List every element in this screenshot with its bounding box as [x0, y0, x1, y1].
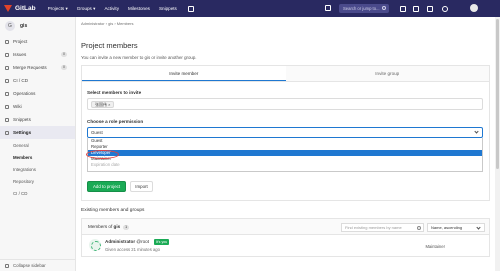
collapse-sidebar-label: Collapse sidebar: [13, 263, 46, 268]
breadcrumb[interactable]: Administrator › gis › Members: [81, 21, 133, 26]
member-name-line[interactable]: Administrator @root: [105, 239, 149, 244]
nav-activity[interactable]: Activity: [104, 6, 119, 12]
gitlab-logo[interactable]: GitLab: [4, 5, 36, 12]
tab-invite-member[interactable]: Invite member: [82, 66, 286, 81]
top-navbar: GitLab Projects ▾ Groups ▾ Activity Mile…: [0, 0, 500, 17]
members-header-prefix: Members of: [88, 224, 114, 229]
selected-user-token[interactable]: 张国伟 ×: [91, 101, 115, 108]
role-permission-label: Choose a role permission: [87, 119, 144, 124]
tab-invite-group[interactable]: Invite group: [286, 66, 490, 81]
sidebar-item-issues[interactable]: Issues 0: [0, 48, 75, 61]
merge-requests-count-badge: 0: [61, 64, 67, 70]
sidebar-item-label: Operations: [13, 91, 36, 96]
sidebar-item-label: Project: [13, 39, 28, 44]
sidebar: G gis Project Issues 0 Merge Requests 0 CI…: [0, 17, 76, 271]
chevron-down-icon: [474, 129, 479, 134]
scissors-icon: [5, 117, 9, 122]
sidebar-item-operations[interactable]: Operations: [0, 87, 75, 100]
members-header-text: Members of gis 1: [88, 224, 130, 230]
sidebar-subitem-integrations[interactable]: Integrations: [0, 163, 75, 175]
invite-tabs: Invite member Invite group: [81, 65, 490, 82]
sidebar-item-project[interactable]: Project: [0, 35, 75, 48]
member-avatar[interactable]: [89, 239, 101, 251]
todo-icon[interactable]: [427, 5, 433, 12]
sidebar-item-label: Wiki: [13, 104, 22, 109]
add-to-project-button[interactable]: Add to project: [87, 181, 126, 192]
double-chevron-left-icon: [5, 263, 9, 268]
sort-label: Name, ascending: [431, 225, 463, 230]
members-count-badge: 1: [123, 225, 130, 230]
expiration-date-field[interactable]: Expiration date: [88, 162, 482, 168]
sidebar-item-label: Snippets: [13, 117, 31, 122]
sidebar-item-settings[interactable]: Settings: [0, 126, 75, 139]
sort-dropdown[interactable]: Name, ascending: [427, 223, 485, 232]
sidebar-item-merge-requests[interactable]: Merge Requests 0: [0, 61, 75, 74]
admin-wrench-icon[interactable]: [187, 5, 194, 12]
member-name: Administrator: [105, 239, 136, 244]
member-role: Maintainer: [425, 244, 445, 249]
page-subtitle: You can invite a new member to gis or in…: [81, 55, 197, 60]
cloud-icon: [5, 91, 9, 96]
sidebar-item-label: Merge Requests: [13, 65, 47, 70]
collapse-sidebar-button[interactable]: Collapse sidebar: [0, 259, 76, 271]
search-placeholder: Search or jump to...: [343, 6, 380, 11]
nav-snippets[interactable]: Snippets: [159, 6, 177, 12]
nav-milestones[interactable]: Milestones: [128, 6, 150, 12]
members-list-header: Members of gis 1 Find existing members by…: [81, 218, 490, 235]
find-members-placeholder: Find existing members by name: [345, 225, 402, 230]
chevron-down-icon: [476, 224, 481, 230]
page-scrollbar[interactable]: [495, 17, 500, 271]
user-avatar[interactable]: [470, 3, 478, 12]
sidebar-item-snippets[interactable]: Snippets: [0, 113, 75, 126]
import-button[interactable]: Import: [130, 181, 153, 192]
home-icon: [5, 39, 9, 44]
sidebar-item-ci-cd[interactable]: CI / CD: [0, 74, 75, 87]
top-nav: Projects ▾ Groups ▾ Activity Milestones …: [48, 6, 186, 12]
select-members-label: Select members to invite: [87, 90, 142, 95]
book-icon: [5, 104, 9, 109]
role-select-value: Guest: [91, 130, 103, 135]
merge-request-icon: [5, 65, 9, 70]
highlight-circle: [86, 150, 119, 159]
members-select-input[interactable]: 张国伟 ×: [87, 98, 483, 110]
plus-icon[interactable]: [325, 5, 331, 11]
members-header-project: gis: [113, 224, 121, 229]
sidebar-item-label: Settings: [13, 130, 32, 135]
sidebar-subitem-ci-cd[interactable]: CI / CD: [0, 187, 75, 199]
member-handle: @root: [136, 239, 149, 244]
nav-projects[interactable]: Projects ▾: [48, 6, 68, 12]
sidebar-subitem-members[interactable]: Members: [0, 151, 75, 163]
its-you-badge: It's you: [154, 238, 170, 245]
sidebar-item-wiki[interactable]: Wiki: [0, 100, 75, 113]
existing-members-title: Existing members and groups: [81, 208, 145, 213]
member-access-time: Given access 21 minutes ago: [105, 247, 160, 252]
sidebar-subitem-general[interactable]: General: [0, 139, 75, 151]
project-avatar: G: [5, 21, 15, 31]
rocket-icon: [5, 78, 9, 83]
issues-icon: [5, 52, 9, 57]
search-icon: [382, 6, 386, 10]
help-icon[interactable]: [442, 5, 448, 12]
sidebar-item-label: CI / CD: [13, 78, 29, 83]
project-name: gis: [20, 23, 28, 29]
issues-count-badge: 0: [61, 51, 67, 57]
issues-icon[interactable]: [400, 5, 406, 12]
role-select[interactable]: Guest: [87, 127, 483, 138]
sidebar-project-header[interactable]: G gis: [0, 17, 75, 35]
nav-groups[interactable]: Groups ▾: [77, 6, 96, 12]
sidebar-item-label: Issues: [13, 52, 27, 57]
scrollbar-thumb[interactable]: [496, 19, 499, 169]
gear-icon: [5, 130, 9, 135]
brand-name: GitLab: [15, 5, 36, 12]
merge-request-icon[interactable]: [413, 5, 419, 12]
find-members-input[interactable]: Find existing members by name: [341, 223, 424, 232]
member-row: Administrator @root It's you Given acces…: [81, 235, 490, 257]
sidebar-subitem-repository[interactable]: Repository: [0, 175, 75, 187]
search-icon: [417, 225, 421, 230]
page-title: Project members: [81, 41, 138, 50]
search-input[interactable]: Search or jump to...: [339, 4, 389, 13]
tanuki-icon: [4, 5, 12, 12]
role-dropdown-list: Guest Reporter Developer Maintainer Expi…: [87, 138, 483, 172]
